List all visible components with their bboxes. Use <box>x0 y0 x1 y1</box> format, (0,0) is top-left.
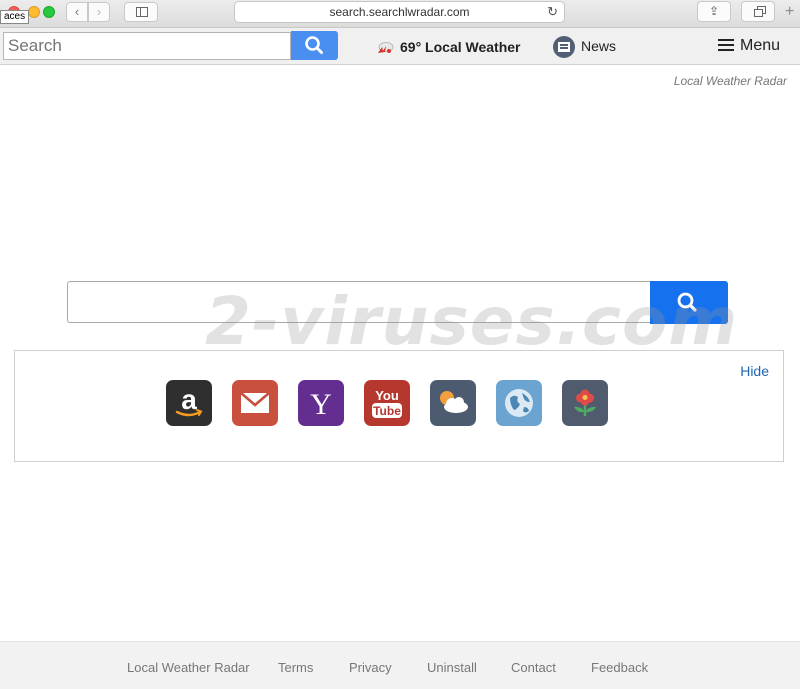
extension-toolbar: 69° Local Weather News Menu <box>0 28 800 65</box>
new-tab-button[interactable]: + <box>785 4 800 22</box>
flower-icon <box>574 389 596 416</box>
shortcut-amazon[interactable]: a <box>166 380 212 426</box>
footer-link-terms[interactable]: Terms <box>278 660 313 675</box>
toolbar-search-input[interactable] <box>3 32 291 60</box>
footer-link-contact[interactable]: Contact <box>511 660 556 675</box>
shortcut-yahoo[interactable]: Y <box>298 380 344 426</box>
search-icon <box>305 36 323 54</box>
reload-icon[interactable]: ↻ <box>547 2 558 22</box>
chevron-left-icon: ‹ <box>74 4 80 19</box>
zoom-window-button[interactable] <box>43 6 55 18</box>
shortcut-youtube[interactable]: You Tube <box>364 380 410 426</box>
menu-label: Menu <box>740 37 781 54</box>
shortcut-weather[interactable] <box>430 380 476 426</box>
svg-text:a: a <box>181 384 197 415</box>
news-label: News <box>581 38 617 54</box>
spaces-label: aces <box>0 10 30 24</box>
hide-shortcuts-link[interactable]: Hide <box>740 363 769 379</box>
youtube-text-bottom: Tube <box>373 404 401 418</box>
footer-link-privacy[interactable]: Privacy <box>349 660 392 675</box>
footer-link-local-weather-radar[interactable]: Local Weather Radar <box>127 660 250 675</box>
hamburger-icon <box>718 39 734 51</box>
sidebar-toggle-button[interactable] <box>124 2 158 22</box>
toolbar-search-button[interactable] <box>291 31 338 60</box>
browser-titlebar: aces ‹ › search.searchlwradar.com ↻ ⇪ + <box>0 0 800 28</box>
forward-button[interactable]: › <box>88 2 110 22</box>
weather-label: 69° Local Weather <box>400 39 521 55</box>
newspaper-icon <box>553 36 575 59</box>
yahoo-icon: Y <box>310 388 332 421</box>
amazon-icon: a <box>175 384 203 417</box>
show-tabs-button[interactable] <box>741 1 775 22</box>
share-button[interactable]: ⇪ <box>697 1 731 22</box>
shortcut-flower[interactable] <box>562 380 608 426</box>
mail-icon <box>240 392 270 413</box>
footer-link-uninstall[interactable]: Uninstall <box>427 660 477 675</box>
address-bar[interactable]: search.searchlwradar.com ↻ <box>234 1 565 23</box>
weather-widget[interactable]: 69° Local Weather <box>374 37 521 57</box>
news-link[interactable]: News <box>553 35 617 59</box>
shortcut-panel: Hide a Y You Tube <box>14 350 784 462</box>
globe-icon <box>505 389 533 417</box>
footer: Local Weather Radar Terms Privacy Uninst… <box>0 641 800 689</box>
back-button[interactable]: ‹ <box>66 2 88 22</box>
shortcut-mail[interactable] <box>232 380 278 426</box>
watermark: 2-viruses.com <box>205 283 739 360</box>
weather-icon <box>440 391 468 413</box>
svg-text:Y: Y <box>310 388 332 421</box>
sidebar-icon <box>136 7 148 17</box>
youtube-text-top: You <box>375 388 399 403</box>
brand-name: Local Weather Radar <box>673 74 787 88</box>
footer-link-feedback[interactable]: Feedback <box>591 660 648 675</box>
share-icon: ⇪ <box>708 4 720 18</box>
weather-radar-icon <box>378 42 394 54</box>
minimize-window-button[interactable] <box>28 6 40 18</box>
plus-icon: + <box>785 3 795 20</box>
address-bar-url: search.searchlwradar.com <box>329 5 470 19</box>
menu-button[interactable]: Menu <box>718 36 780 56</box>
youtube-icon: You Tube <box>372 388 402 418</box>
shortcut-globe[interactable] <box>496 380 542 426</box>
chevron-right-icon: › <box>96 4 102 19</box>
